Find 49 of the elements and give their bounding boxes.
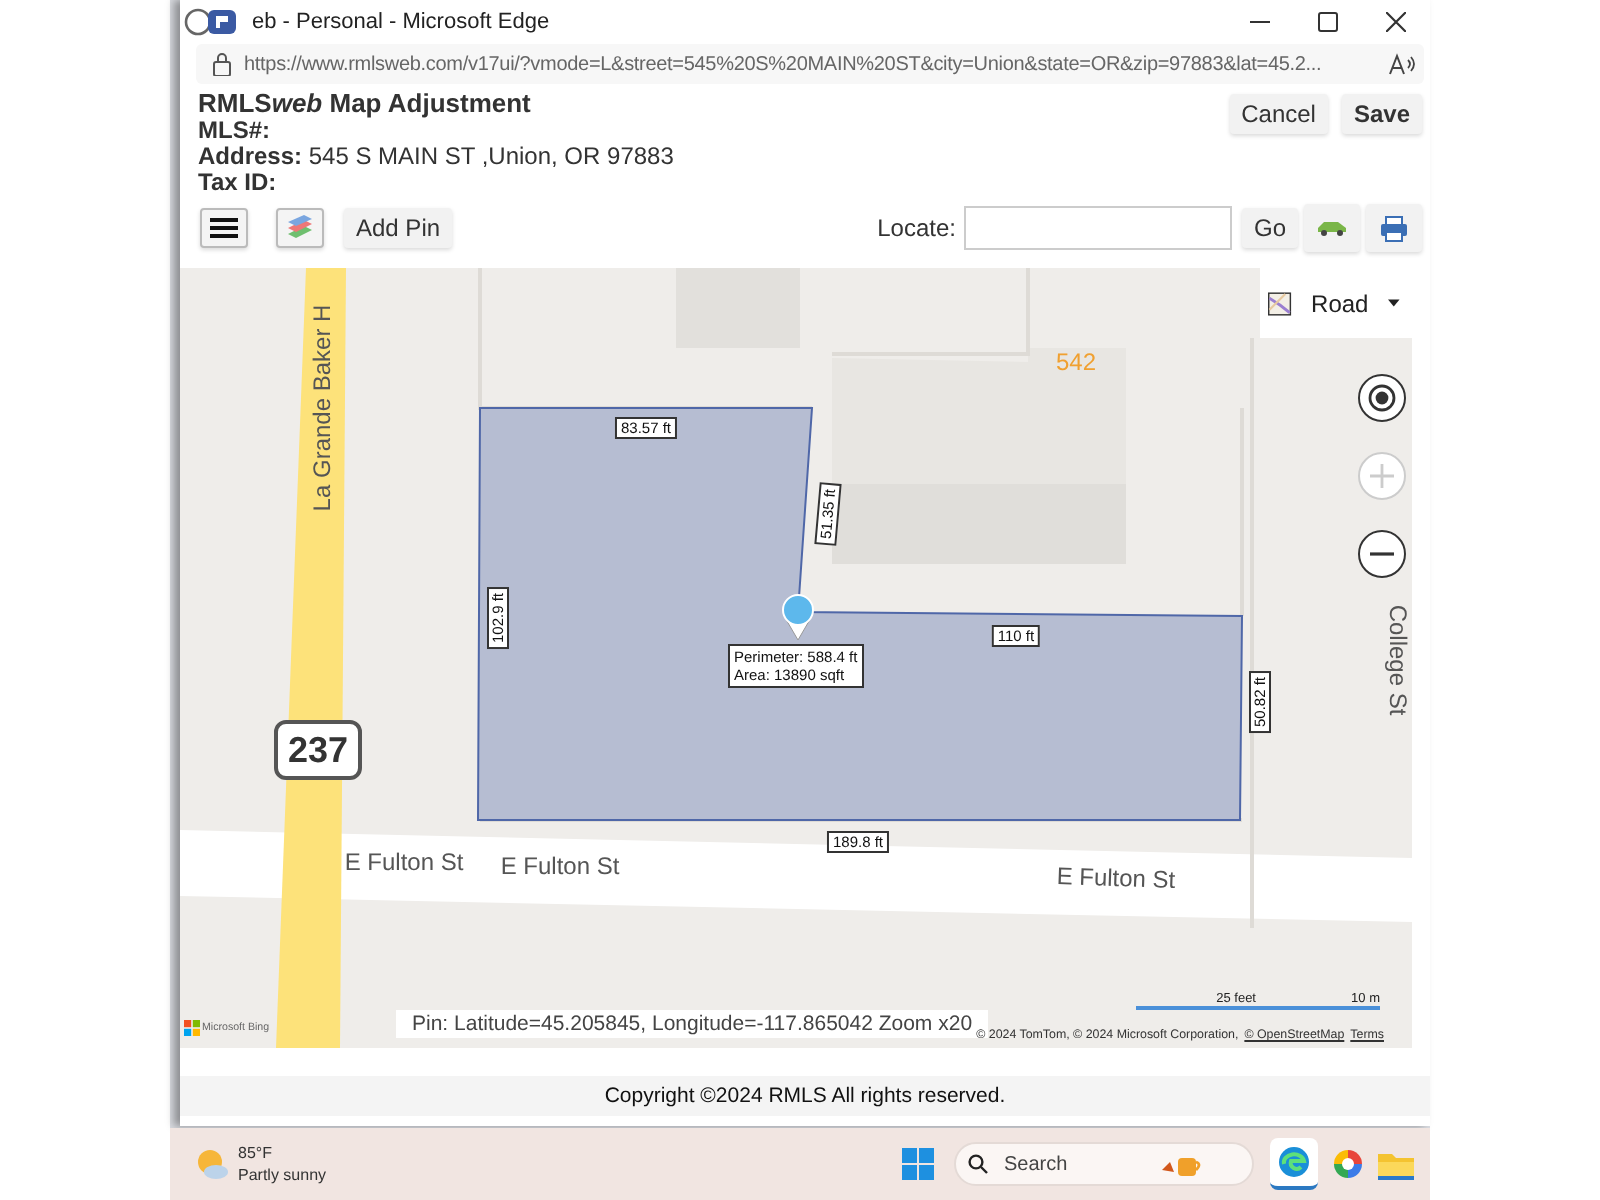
lock-icon (212, 52, 232, 76)
four-squares-logo-icon (184, 1020, 200, 1036)
windows-logo-icon[interactable] (902, 1148, 934, 1180)
search-icon (968, 1154, 988, 1174)
road-map-icon (1268, 287, 1292, 319)
window-title: eb - Personal - Microsoft Edge (252, 10, 552, 34)
close-icon[interactable] (1386, 12, 1406, 32)
info-line: Address: 545 S MAIN ST ,Union, OR 97883 (198, 144, 674, 170)
weather-condition: Partly sunny (238, 1164, 327, 1186)
url-text: https://www.rmlsweb.com/v17ui/?vmode=L&street=545%20S%20MAIN%20ST&city=Union&state=OR&zip=97883&lat=45.2... (244, 53, 1324, 75)
street-label: E Fulton St (1056, 861, 1176, 895)
info-line: MLS#: (198, 118, 272, 144)
info-line: Tax ID: (198, 170, 279, 196)
print-button[interactable] (1366, 204, 1422, 252)
read-aloud-icon[interactable] (1388, 52, 1416, 76)
maximize-icon[interactable] (1318, 12, 1338, 32)
car-icon (1316, 220, 1348, 236)
street-label: La Grande Baker H (308, 304, 336, 512)
menu-icon (210, 216, 238, 240)
page-title: RMLSweb Map Adjustment (198, 88, 533, 118)
locate-field[interactable] (963, 206, 1232, 250)
minus-icon (1370, 552, 1394, 556)
menu-button[interactable] (200, 208, 248, 248)
folder-icon[interactable] (1378, 1149, 1414, 1179)
street-label: College St (1384, 604, 1412, 716)
go-button[interactable]: Go (1241, 208, 1298, 248)
route-shield: 237 (274, 720, 362, 780)
layers-icon (284, 214, 316, 242)
car-button[interactable] (1304, 204, 1360, 252)
building-number: 542 (1056, 348, 1097, 376)
address-bar[interactable]: https://www.rmlsweb.com/v17ui/?vmode=L&street=545%20S%20MAIN%20ST&city=Union&state=OR&zip=97883&lat=45.2... (196, 44, 1424, 84)
street-label: E Fulton St (500, 852, 620, 880)
printer-icon (1380, 215, 1408, 241)
target-icon (1368, 384, 1396, 412)
plus-icon (1370, 464, 1394, 488)
search-input[interactable]: Search (1000, 1151, 1148, 1177)
locate-label: Locate: (877, 214, 956, 242)
taskbar-search-box[interactable]: Search (954, 1142, 1254, 1186)
color-wheel-icon[interactable] (1332, 1148, 1364, 1180)
cancel-button[interactable]: Cancel (1229, 94, 1328, 134)
layers-button[interactable] (276, 208, 324, 248)
map-style-dropdown[interactable]: Road (1260, 268, 1412, 338)
save-button[interactable]: Save (1341, 94, 1422, 134)
temperature-text: 85°F (238, 1142, 274, 1164)
street-label: E Fulton St (344, 848, 464, 876)
copyright-text: Copyright ©2024 RMLS All rights reserved. (604, 1084, 1006, 1108)
caret-icon (1388, 298, 1400, 308)
browser-swirl-icon[interactable] (1278, 1146, 1310, 1178)
add-pin-button[interactable]: Add Pin (344, 208, 453, 248)
